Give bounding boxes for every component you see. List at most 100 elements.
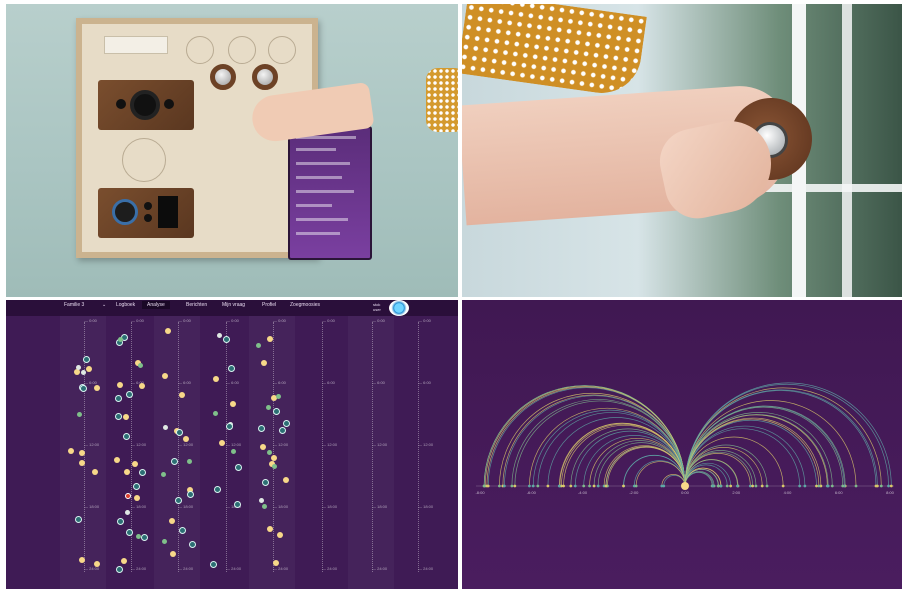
event-dot[interactable] bbox=[266, 335, 273, 342]
event-dot[interactable] bbox=[266, 526, 273, 533]
event-dot[interactable] bbox=[122, 433, 130, 441]
axis-tick-label: -6:00 bbox=[527, 490, 537, 495]
time-tick-label: — 18:00 bbox=[84, 504, 100, 509]
event-dot[interactable] bbox=[68, 447, 75, 454]
event-dot[interactable] bbox=[225, 422, 233, 430]
event-point bbox=[562, 484, 565, 488]
event-dot[interactable] bbox=[121, 557, 127, 564]
event-dot[interactable] bbox=[187, 490, 195, 498]
event-arc bbox=[635, 461, 686, 487]
nav-zoegmoosies[interactable]: Zoegmoosies bbox=[290, 302, 320, 308]
time-tick-label: — 0:00 bbox=[84, 318, 97, 323]
event-dot[interactable] bbox=[134, 495, 141, 502]
event-dot[interactable] bbox=[82, 355, 90, 363]
event-dot[interactable] bbox=[162, 424, 168, 430]
axis-tick-label: 0:00 bbox=[681, 490, 690, 495]
timeline-axis bbox=[372, 322, 373, 572]
event-dot[interactable] bbox=[189, 540, 196, 548]
event-dot[interactable] bbox=[139, 383, 146, 390]
event-dot[interactable] bbox=[160, 472, 166, 478]
event-dot[interactable] bbox=[113, 456, 120, 463]
event-dot[interactable] bbox=[223, 336, 231, 344]
event-dot[interactable] bbox=[140, 534, 148, 542]
event-dot[interactable] bbox=[213, 376, 220, 383]
event-point bbox=[634, 484, 638, 488]
event-dot[interactable] bbox=[230, 401, 237, 408]
event-dot[interactable] bbox=[279, 426, 287, 434]
axis-tick-label: 8:00 bbox=[886, 490, 895, 495]
event-dot[interactable] bbox=[168, 517, 175, 524]
wooden-speaker-block bbox=[98, 80, 194, 130]
event-dot[interactable] bbox=[78, 460, 85, 467]
event-dot[interactable] bbox=[115, 565, 123, 573]
chevron-down-icon[interactable]: ⌄ bbox=[102, 302, 106, 308]
event-dot[interactable] bbox=[219, 440, 226, 447]
nav-logboek[interactable]: Logboek bbox=[116, 302, 135, 308]
event-dot[interactable] bbox=[213, 485, 221, 493]
event-dot[interactable] bbox=[255, 342, 261, 348]
nav-family[interactable]: Familie 3 bbox=[64, 302, 84, 308]
time-tick-label: — 0:00 bbox=[273, 318, 286, 323]
event-dot[interactable] bbox=[138, 362, 144, 368]
event-dot[interactable] bbox=[76, 412, 82, 417]
event-dot[interactable] bbox=[116, 518, 124, 526]
event-dot[interactable] bbox=[227, 364, 235, 372]
event-point bbox=[596, 484, 600, 488]
event-dot[interactable] bbox=[133, 483, 141, 491]
event-dot[interactable] bbox=[210, 561, 218, 569]
event-dot[interactable] bbox=[272, 559, 279, 566]
event-dot[interactable] bbox=[271, 464, 277, 470]
top-navigation-bar: Familie 3 ⌄ Logboek Analyse Berichten Mi… bbox=[6, 300, 458, 316]
time-tick-label: — 0:00 bbox=[131, 318, 144, 323]
time-tick-label: — 18:00 bbox=[322, 504, 338, 509]
event-point bbox=[536, 484, 540, 488]
event-dot[interactable] bbox=[74, 515, 82, 523]
event-dot[interactable] bbox=[114, 395, 122, 403]
axis-tick-label: -2:00 bbox=[629, 490, 639, 495]
event-point bbox=[592, 484, 596, 488]
event-dot[interactable] bbox=[270, 454, 277, 461]
event-dot[interactable] bbox=[261, 503, 267, 509]
nav-mijn-vraag[interactable]: Mijn vraag bbox=[222, 302, 245, 308]
event-dot[interactable] bbox=[174, 496, 182, 504]
event-dot[interactable] bbox=[171, 457, 179, 465]
event-dot[interactable] bbox=[126, 391, 134, 399]
event-point bbox=[660, 484, 664, 488]
nav-analyse[interactable]: Analyse bbox=[142, 301, 170, 309]
event-dot[interactable] bbox=[123, 468, 130, 475]
photo-hands-turning-knob bbox=[462, 4, 902, 297]
event-dot[interactable] bbox=[132, 461, 139, 468]
event-dot[interactable] bbox=[94, 560, 101, 567]
event-dot[interactable] bbox=[124, 492, 131, 499]
event-dot[interactable] bbox=[117, 381, 124, 388]
event-point bbox=[751, 484, 755, 488]
event-dot[interactable] bbox=[231, 448, 237, 454]
event-dot[interactable] bbox=[234, 464, 242, 472]
event-dot[interactable] bbox=[261, 478, 269, 486]
event-dot[interactable] bbox=[114, 413, 122, 421]
tablet-screen bbox=[288, 126, 372, 260]
event-dot[interactable] bbox=[282, 476, 289, 483]
event-dot[interactable] bbox=[75, 364, 81, 370]
event-dot[interactable] bbox=[126, 529, 134, 537]
event-dot[interactable] bbox=[265, 405, 271, 411]
event-dot[interactable] bbox=[125, 510, 131, 516]
nav-berichten[interactable]: Berichten bbox=[186, 302, 207, 308]
event-dot[interactable] bbox=[80, 370, 86, 376]
event-dot[interactable] bbox=[139, 468, 147, 476]
event-dot[interactable] bbox=[118, 336, 124, 342]
empty-slot-ring bbox=[122, 138, 166, 182]
event-point bbox=[798, 484, 802, 488]
timeline-axis bbox=[178, 322, 179, 572]
event-dot[interactable] bbox=[79, 449, 86, 456]
event-dot[interactable] bbox=[217, 333, 223, 339]
event-dot[interactable] bbox=[213, 410, 219, 416]
time-tick-label: — 18:00 bbox=[273, 504, 289, 509]
nav-profiel[interactable]: Profiel bbox=[262, 302, 276, 308]
event-dot[interactable] bbox=[175, 429, 183, 437]
user-avatar-icon[interactable] bbox=[389, 300, 409, 316]
event-dot[interactable] bbox=[122, 413, 129, 420]
event-point bbox=[830, 484, 834, 488]
event-dot[interactable] bbox=[162, 372, 169, 379]
event-dot[interactable] bbox=[80, 384, 88, 392]
